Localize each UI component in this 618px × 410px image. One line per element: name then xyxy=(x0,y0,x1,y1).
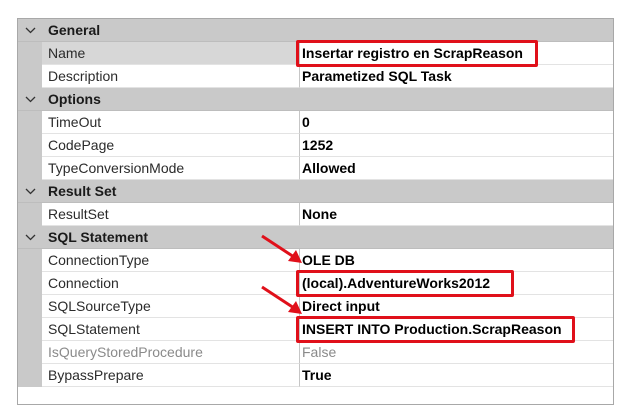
property-value[interactable]: (local).AdventureWorks2012 xyxy=(300,272,613,295)
category-label: SQL Statement xyxy=(48,229,149,245)
property-value[interactable]: Insertar registro en ScrapReason xyxy=(300,42,613,65)
property-row-description[interactable]: Description Parametized SQL Task xyxy=(18,65,613,88)
property-value[interactable]: Allowed xyxy=(300,157,613,180)
property-name: CodePage xyxy=(42,134,300,157)
property-name: Name xyxy=(42,42,300,65)
category-options[interactable]: Options xyxy=(18,88,613,111)
property-row-isquerystoredprocedure[interactable]: IsQueryStoredProcedure False xyxy=(18,341,613,364)
property-name: ResultSet xyxy=(42,203,300,226)
category-label: General xyxy=(48,22,101,38)
property-name: ConnectionType xyxy=(42,249,300,272)
property-name: SQLStatement xyxy=(42,318,300,341)
category-sql-statement[interactable]: SQL Statement xyxy=(18,226,613,249)
property-value[interactable]: Direct input xyxy=(300,295,613,318)
property-name: BypassPrepare xyxy=(42,364,300,387)
property-grid: General Name Insertar registro en ScrapR… xyxy=(17,18,614,405)
property-value[interactable]: Parametized SQL Task xyxy=(300,65,613,88)
property-value[interactable]: None xyxy=(300,203,613,226)
property-name: SQLSourceType xyxy=(42,295,300,318)
property-row-bypassprepare[interactable]: BypassPrepare True xyxy=(18,364,613,387)
property-value[interactable]: 0 xyxy=(300,111,613,134)
category-result-set[interactable]: Result Set xyxy=(18,180,613,203)
chevron-down-icon[interactable] xyxy=(18,226,42,249)
property-name: TimeOut xyxy=(42,111,300,134)
property-row-timeout[interactable]: TimeOut 0 xyxy=(18,111,613,134)
property-row-codepage[interactable]: CodePage 1252 xyxy=(18,134,613,157)
chevron-down-icon[interactable] xyxy=(18,180,42,203)
chevron-down-icon[interactable] xyxy=(18,19,42,42)
chevron-down-icon[interactable] xyxy=(18,88,42,111)
property-name: TypeConversionMode xyxy=(42,157,300,180)
property-value[interactable]: OLE DB xyxy=(300,249,613,272)
property-name: Description xyxy=(42,65,300,88)
category-general[interactable]: General xyxy=(18,19,613,42)
property-row-name[interactable]: Name Insertar registro en ScrapReason xyxy=(18,42,613,65)
property-row-sqlsourcetype[interactable]: SQLSourceType Direct input xyxy=(18,295,613,318)
property-row-connection[interactable]: Connection (local).AdventureWorks2012 xyxy=(18,272,613,295)
property-value: False xyxy=(300,341,613,364)
property-row-connectiontype[interactable]: ConnectionType OLE DB xyxy=(18,249,613,272)
property-name: Connection xyxy=(42,272,300,295)
property-value[interactable]: True xyxy=(300,364,613,387)
property-name: IsQueryStoredProcedure xyxy=(42,341,300,364)
property-row-typeconversionmode[interactable]: TypeConversionMode Allowed xyxy=(18,157,613,180)
property-row-resultset[interactable]: ResultSet None xyxy=(18,203,613,226)
property-value[interactable]: 1252 xyxy=(300,134,613,157)
category-label: Result Set xyxy=(48,183,117,199)
property-value[interactable]: INSERT INTO Production.ScrapReason xyxy=(300,318,613,341)
property-row-sqlstatement[interactable]: SQLStatement INSERT INTO Production.Scra… xyxy=(18,318,613,341)
category-label: Options xyxy=(48,91,101,107)
